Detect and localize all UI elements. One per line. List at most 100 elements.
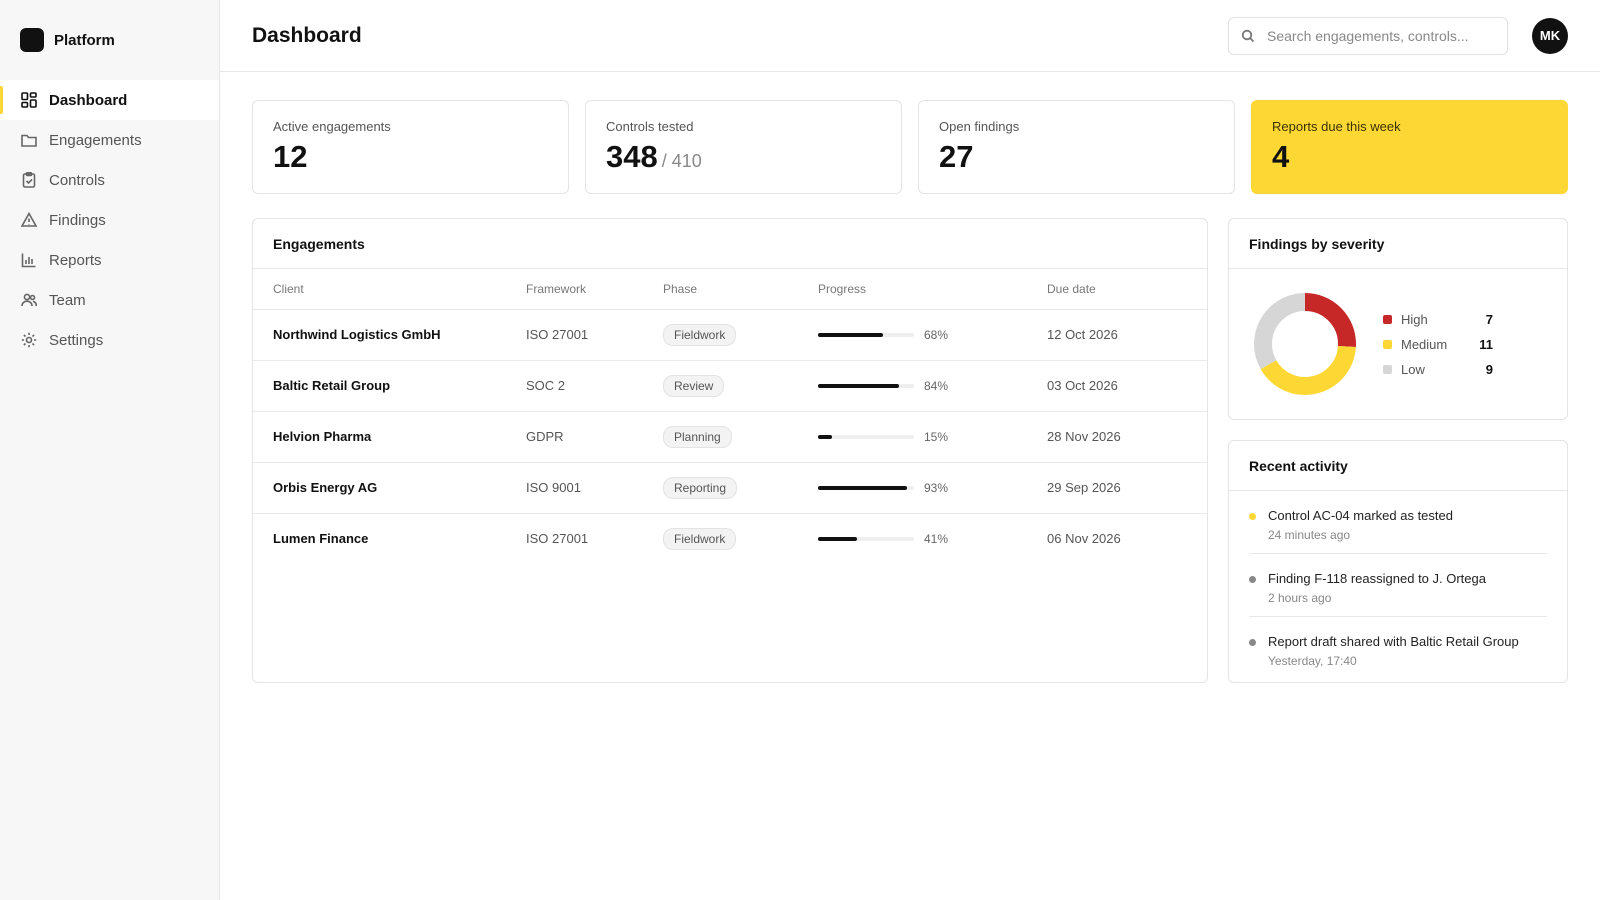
legend-label: High [1401, 311, 1428, 327]
cell-due-date: 03 Oct 2026 [1047, 360, 1207, 412]
sidebar-item-dashboard[interactable]: Dashboard [0, 80, 219, 120]
progress: 68% [818, 328, 1047, 342]
activity-time: 2 hours ago [1268, 591, 1332, 605]
column-header-framework[interactable]: Framework [526, 269, 663, 310]
column-header-client[interactable]: Client [253, 269, 526, 310]
search-box[interactable] [1228, 16, 1508, 55]
sidebar-item-team[interactable]: Team [0, 280, 219, 320]
severity-card: Findings by severity High 7 Medium 11 Low 9 [1228, 218, 1568, 420]
stat-label: Controls tested [606, 119, 694, 134]
activity-content: Finding F-118 reassigned to J. Ortega 2 h… [1268, 570, 1486, 605]
table-row[interactable]: Northwind Logistics GmbH ISO 27001 Fieldwo… [253, 309, 1207, 361]
cell-due-date: 29 Sep 2026 [1047, 462, 1207, 514]
severity-legend: High 7 Medium 11 Low 9 [1383, 307, 1493, 382]
progress-track [818, 332, 914, 337]
stat-active-engagements[interactable]: Active engagements 12 [252, 100, 569, 194]
stat-controls-tested[interactable]: Controls tested 348/ 410 [585, 100, 902, 194]
legend-item-medium: Medium 11 [1383, 332, 1493, 357]
cell-due-date: 28 Nov 2026 [1047, 411, 1207, 463]
warning-triangle-icon [20, 211, 38, 227]
stat-label: Active engagements [273, 119, 391, 134]
cell-framework: GDPR [526, 411, 663, 463]
sidebar-item-controls[interactable]: Controls [0, 160, 219, 200]
engagements-table-body: Northwind Logistics GmbH ISO 27001 Fieldwo… [253, 309, 1207, 564]
activity-card: Recent activity Control AC-04 marked as … [1228, 440, 1568, 683]
cell-client[interactable]: Northwind Logistics GmbH [253, 309, 526, 361]
clipboard-check-icon [22, 171, 36, 188]
stat-open-findings[interactable]: Open findings 27 [918, 100, 1235, 194]
grid-icon [21, 92, 37, 108]
legend-swatch [1383, 364, 1392, 374]
activity-item[interactable]: Finding F-118 reassigned to J. Ortega 2 h… [1249, 554, 1547, 617]
legend-count: 11 [1479, 336, 1493, 352]
activity-text: Finding F-118 reassigned to J. Ortega [1268, 571, 1486, 586]
cell-framework: SOC 2 [526, 360, 663, 412]
progress-percent: 41% [924, 531, 949, 546]
sidebar-item-label: Settings [49, 331, 104, 349]
activity-item[interactable]: Control AC-04 marked as tested 24 minutes… [1249, 491, 1547, 554]
table-row[interactable]: Lumen Finance ISO 27001 Fieldwork 41% 06 Nov… [253, 513, 1207, 564]
gear-icon [21, 332, 37, 348]
sidebar-item-label: Findings [49, 211, 106, 229]
cell-client[interactable]: Helvion Pharma [253, 411, 526, 463]
progress-track [818, 434, 914, 439]
avatar[interactable]: MK [1532, 17, 1568, 54]
column-header-phase[interactable]: Phase [663, 269, 818, 310]
phase-badge[interactable]: Fieldwork [663, 323, 737, 346]
engagements-title: Engagements [253, 219, 1207, 269]
severity-title: Findings by severity [1229, 219, 1567, 269]
brand[interactable]: Platform [0, 0, 219, 80]
activity-time: 24 minutes ago [1268, 528, 1351, 542]
progress-percent: 68% [924, 327, 949, 342]
severity-donut-chart [1254, 293, 1356, 395]
cell-framework: ISO 27001 [526, 309, 663, 361]
legend-swatch [1383, 314, 1392, 324]
stat-reports-due[interactable]: Reports due this week 4 [1251, 100, 1568, 194]
sidebar-item-label: Reports [49, 251, 102, 269]
progress-percent: 93% [924, 480, 949, 495]
table-row[interactable]: Baltic Retail Group SOC 2 Review 84% 03 Oct … [253, 360, 1207, 412]
progress: 93% [818, 481, 1047, 495]
phase-badge[interactable]: Review [663, 374, 725, 397]
sidebar-item-findings[interactable]: Findings [0, 200, 219, 240]
stat-label: Open findings [939, 119, 1020, 134]
stats-row: Active engagements 12 Controls tested 34… [252, 100, 1568, 194]
table-row[interactable]: Helvion Pharma GDPR Planning 15% 28 Nov 2026 [253, 411, 1207, 463]
legend-count: 7 [1485, 311, 1493, 327]
phase-badge[interactable]: Planning [663, 425, 732, 448]
lower-section: Engagements Client Framework Phase Progr… [252, 218, 1568, 683]
table-row[interactable]: Orbis Energy AG ISO 9001 Reporting 93% 29 Se… [253, 462, 1207, 514]
activity-text: Report draft shared with Baltic Retail G… [1268, 634, 1519, 649]
sidebar-item-label: Dashboard [49, 91, 128, 109]
cell-progress: 68% [818, 309, 1047, 361]
sidebar-nav: Dashboard Engagements Controls Findings … [0, 80, 219, 360]
activity-dot [1249, 639, 1256, 646]
stat-value-total: / 410 [661, 151, 702, 171]
cell-phase: Planning [663, 411, 818, 463]
legend-label: Low [1401, 361, 1425, 377]
progress-fill [818, 485, 908, 490]
content: Active engagements 12 Controls tested 34… [220, 72, 1600, 683]
sidebar-item-engagements[interactable]: Engagements [0, 120, 219, 160]
cell-client[interactable]: Orbis Energy AG [253, 462, 526, 514]
cell-due-date: 12 Oct 2026 [1047, 309, 1207, 361]
phase-badge[interactable]: Reporting [663, 476, 738, 499]
column-header-progress[interactable]: Progress [818, 269, 1047, 310]
cell-progress: 84% [818, 360, 1047, 412]
sidebar-item-settings[interactable]: Settings [0, 320, 219, 360]
legend-label: Medium [1401, 336, 1448, 352]
brand-logo [20, 28, 44, 52]
progress-fill [818, 434, 833, 439]
activity-item[interactable]: Report draft shared with Baltic Retail G… [1249, 617, 1547, 682]
cell-client[interactable]: Lumen Finance [253, 513, 526, 564]
column-header-due-date[interactable]: Due date [1047, 269, 1207, 310]
stat-value: 4 [1272, 139, 1290, 174]
cell-client[interactable]: Baltic Retail Group [253, 360, 526, 412]
sidebar-item-reports[interactable]: Reports [0, 240, 219, 280]
cell-progress: 93% [818, 462, 1047, 514]
table-header-row: Client Framework Phase Progress Due date [253, 269, 1207, 310]
phase-badge[interactable]: Fieldwork [663, 527, 737, 550]
progress: 84% [818, 379, 1047, 393]
search-input[interactable] [1267, 27, 1495, 44]
sidebar-item-label: Controls [49, 171, 105, 189]
